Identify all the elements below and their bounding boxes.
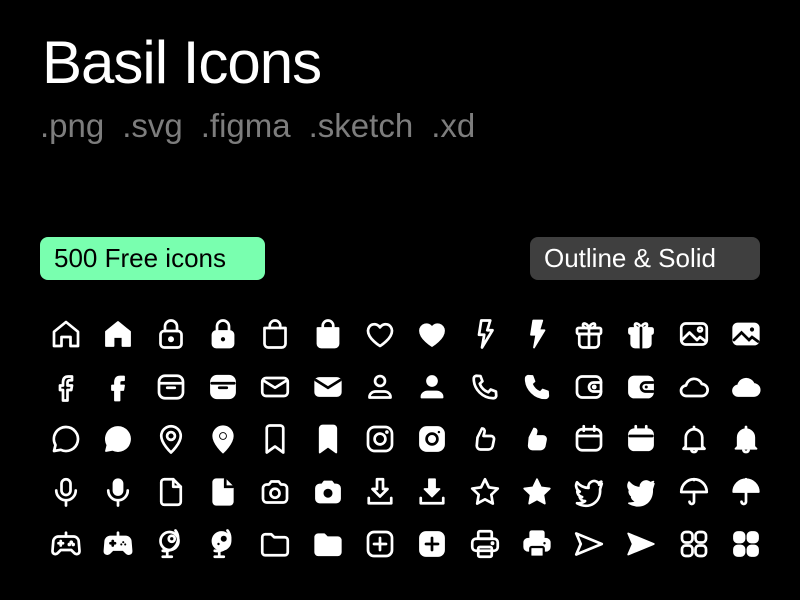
- image-solid-icon: [720, 308, 772, 361]
- comment-solid-icon: [92, 413, 144, 466]
- umbrella-solid-icon: [720, 466, 772, 519]
- camera-solid-icon: [301, 466, 353, 519]
- heart-outline-icon: [354, 308, 406, 361]
- instagram-outline-icon: [354, 413, 406, 466]
- twitter-outline-icon: [563, 466, 615, 519]
- twitter-solid-icon: [615, 466, 667, 519]
- location-solid-icon: [197, 413, 249, 466]
- like-solid-icon: [511, 413, 563, 466]
- umbrella-outline-icon: [668, 466, 720, 519]
- globe-solid-icon: [197, 518, 249, 571]
- star-solid-icon: [511, 466, 563, 519]
- shopping-bag-outline-icon: [249, 308, 301, 361]
- cloud-solid-icon: [720, 361, 772, 414]
- microphone-outline-icon: [40, 466, 92, 519]
- download-solid-icon: [406, 466, 458, 519]
- format-xd: .xd: [431, 107, 476, 144]
- heart-solid-icon: [406, 308, 458, 361]
- gift-outline-icon: [563, 308, 615, 361]
- apps-solid-icon: [720, 518, 772, 571]
- printer-outline-icon: [458, 518, 510, 571]
- send-solid-icon: [615, 518, 667, 571]
- bookmark-solid-icon: [301, 413, 353, 466]
- printer-solid-icon: [511, 518, 563, 571]
- gift-solid-icon: [615, 308, 667, 361]
- free-icons-badge: 500 Free icons: [40, 237, 265, 280]
- image-outline-icon: [668, 308, 720, 361]
- lightning-solid-icon: [511, 308, 563, 361]
- user-solid-icon: [406, 361, 458, 414]
- folder-outline-icon: [249, 518, 301, 571]
- facebook-outline-icon: [40, 361, 92, 414]
- plus-solid-icon: [406, 518, 458, 571]
- page-title: Basil Icons: [42, 29, 322, 96]
- like-outline-icon: [458, 413, 510, 466]
- facebook-solid-icon: [92, 361, 144, 414]
- phone-outline-icon: [458, 361, 510, 414]
- format-sketch: .sketch: [308, 107, 414, 144]
- comment-outline-icon: [40, 413, 92, 466]
- microphone-solid-icon: [92, 466, 144, 519]
- gamepad-outline-icon: [40, 518, 92, 571]
- notification-solid-icon: [720, 413, 772, 466]
- lock-solid-icon: [197, 308, 249, 361]
- icon-grid: [40, 308, 764, 571]
- shopping-bag-solid-icon: [301, 308, 353, 361]
- notification-outline-icon: [668, 413, 720, 466]
- folder-solid-icon: [301, 518, 353, 571]
- lightning-outline-icon: [458, 308, 510, 361]
- calendar-outline-icon: [563, 413, 615, 466]
- document-outline-icon: [145, 466, 197, 519]
- bookmark-outline-icon: [249, 413, 301, 466]
- location-outline-icon: [145, 413, 197, 466]
- phone-solid-icon: [511, 361, 563, 414]
- download-outline-icon: [354, 466, 406, 519]
- instagram-solid-icon: [406, 413, 458, 466]
- styles-badge: Outline & Solid: [530, 237, 760, 280]
- apps-outline-icon: [668, 518, 720, 571]
- cloud-outline-icon: [668, 361, 720, 414]
- lock-outline-icon: [145, 308, 197, 361]
- wallet-solid-icon: [615, 361, 667, 414]
- user-outline-icon: [354, 361, 406, 414]
- file-formats: .png .svg .figma .sketch .xd: [40, 106, 475, 146]
- envelope-solid-icon: [301, 361, 353, 414]
- send-outline-icon: [563, 518, 615, 571]
- format-figma: .figma: [200, 107, 291, 144]
- globe-outline-icon: [145, 518, 197, 571]
- document-solid-icon: [197, 466, 249, 519]
- calendar-solid-icon: [615, 413, 667, 466]
- wallet-outline-icon: [563, 361, 615, 414]
- envelope-outline-icon: [249, 361, 301, 414]
- camera-outline-icon: [249, 466, 301, 519]
- home-solid-icon: [92, 308, 144, 361]
- star-outline-icon: [458, 466, 510, 519]
- archive-solid-icon: [197, 361, 249, 414]
- plus-outline-icon: [354, 518, 406, 571]
- home-outline-icon: [40, 308, 92, 361]
- format-svg: .svg: [122, 107, 183, 144]
- format-png: .png: [40, 107, 105, 144]
- gamepad-solid-icon: [92, 518, 144, 571]
- archive-outline-icon: [145, 361, 197, 414]
